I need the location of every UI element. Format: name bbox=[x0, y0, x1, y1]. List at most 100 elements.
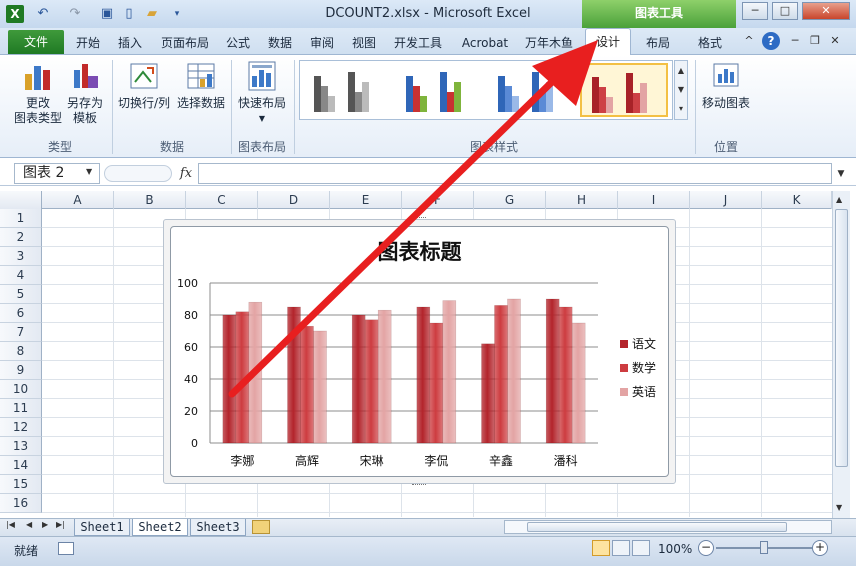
sheet-tab-sheet2[interactable]: Sheet2 bbox=[132, 519, 188, 536]
bar-英语-辛鑫[interactable] bbox=[507, 298, 521, 444]
gallery-scroll[interactable]: ▲ ▼ ▾ bbox=[674, 60, 688, 120]
column-header-d[interactable]: D bbox=[258, 191, 330, 209]
row-header-7[interactable]: 7 bbox=[0, 323, 42, 342]
column-header-g[interactable]: G bbox=[474, 191, 546, 209]
column-header-e[interactable]: E bbox=[330, 191, 402, 209]
sheet-nav-prev-icon[interactable]: ◀ bbox=[26, 520, 32, 529]
scroll-thumb[interactable] bbox=[835, 209, 848, 467]
move-chart-button[interactable]: 移动图表 bbox=[700, 60, 752, 116]
page-layout-view-icon[interactable] bbox=[612, 540, 630, 556]
close-button[interactable]: ✕ bbox=[802, 2, 850, 20]
change-chart-type-button[interactable]: 更改 图表类型 bbox=[12, 60, 64, 132]
horizontal-scrollbar[interactable] bbox=[504, 520, 832, 534]
zoom-level[interactable]: 100% bbox=[658, 542, 692, 556]
row-header-6[interactable]: 6 bbox=[0, 304, 42, 323]
row-header-3[interactable]: 3 bbox=[0, 247, 42, 266]
sheet-nav-last-icon[interactable]: ▶| bbox=[56, 520, 65, 529]
zoom-slider-thumb[interactable] bbox=[760, 541, 768, 554]
expand-formula-bar-icon[interactable]: ▼ bbox=[834, 165, 848, 183]
zoom-out-icon[interactable]: − bbox=[698, 540, 714, 556]
tab-format[interactable]: 格式 bbox=[692, 32, 728, 54]
bar-语文-辛鑫[interactable] bbox=[481, 343, 495, 444]
formula-input[interactable] bbox=[198, 163, 832, 184]
bar-数学-李侃[interactable] bbox=[429, 322, 444, 444]
tab-formulas[interactable]: 公式 bbox=[220, 32, 256, 54]
chart-style-multicolor[interactable] bbox=[395, 63, 483, 117]
workbook-minimize-icon[interactable]: ─ bbox=[788, 34, 802, 48]
bar-数学-李娜[interactable] bbox=[235, 311, 250, 444]
row-header-1[interactable]: 1 bbox=[0, 209, 42, 228]
tab-data[interactable]: 数据 bbox=[262, 32, 298, 54]
insert-sheet-icon[interactable] bbox=[252, 520, 270, 534]
workbook-close-icon[interactable]: ✕ bbox=[828, 34, 842, 48]
maximize-button[interactable]: □ bbox=[772, 2, 798, 20]
vertical-scrollbar[interactable]: ▲ ▼ bbox=[832, 191, 850, 518]
sheet-tab-sheet3[interactable]: Sheet3 bbox=[190, 519, 246, 536]
scroll-down-icon[interactable]: ▼ bbox=[836, 503, 842, 512]
row-header-4[interactable]: 4 bbox=[0, 266, 42, 285]
bar-英语-宋琳[interactable] bbox=[377, 309, 392, 444]
tab-layout[interactable]: 布局 bbox=[640, 32, 676, 54]
column-header-b[interactable]: B bbox=[114, 191, 186, 209]
bar-语文-潘科[interactable] bbox=[545, 298, 560, 444]
bar-数学-高辉[interactable] bbox=[300, 325, 314, 444]
row-header-13[interactable]: 13 bbox=[0, 437, 42, 456]
gallery-down-icon[interactable]: ▼ bbox=[675, 80, 687, 99]
column-header-j[interactable]: J bbox=[690, 191, 762, 209]
legend-entry[interactable]: 英语 bbox=[632, 385, 656, 399]
gallery-more-icon[interactable]: ▾ bbox=[675, 99, 687, 118]
save-as-template-button[interactable]: 另存为 模板 bbox=[62, 60, 108, 132]
select-all-corner[interactable] bbox=[0, 191, 42, 209]
zoom-in-icon[interactable]: + bbox=[812, 540, 828, 556]
hscroll-thumb[interactable] bbox=[527, 522, 787, 532]
legend-swatch[interactable] bbox=[620, 340, 628, 348]
legend-swatch[interactable] bbox=[620, 388, 628, 396]
bar-数学-潘科[interactable] bbox=[558, 306, 573, 444]
tab-review[interactable]: 审阅 bbox=[304, 32, 340, 54]
gallery-up-icon[interactable]: ▲ bbox=[675, 61, 687, 80]
sheet-nav-next-icon[interactable]: ▶ bbox=[42, 520, 48, 529]
column-header-a[interactable]: A bbox=[42, 191, 114, 209]
chart-plot[interactable]: 0 20 40 60 80 100 李娜 高辉 宋琳 李侃 辛鑫 潘科 语文数学英语 bbox=[172, 270, 667, 475]
tab-insert[interactable]: 插入 bbox=[110, 32, 150, 54]
column-header-i[interactable]: I bbox=[618, 191, 690, 209]
name-box-dropdown-icon[interactable]: ▼ bbox=[86, 167, 92, 176]
column-header-k[interactable]: K bbox=[762, 191, 832, 209]
row-header-16[interactable]: 16 bbox=[0, 494, 42, 513]
tab-page-layout[interactable]: 页面布局 bbox=[154, 32, 216, 54]
bar-英语-李娜[interactable] bbox=[248, 301, 263, 444]
bar-语文-李侃[interactable] bbox=[416, 306, 431, 444]
chart-resize-handle-bottom[interactable] bbox=[412, 481, 426, 485]
row-header-15[interactable]: 15 bbox=[0, 475, 42, 494]
switch-row-column-button[interactable]: 切换行/列 bbox=[116, 60, 172, 116]
tab-acrobat[interactable]: Acrobat bbox=[456, 32, 514, 54]
chart-title[interactable]: 图表标题 bbox=[170, 236, 669, 266]
tab-home[interactable]: 开始 bbox=[68, 32, 108, 54]
bar-语文-宋琳[interactable] bbox=[351, 314, 366, 444]
legend-swatch[interactable] bbox=[620, 364, 628, 372]
bar-数学-辛鑫[interactable] bbox=[494, 305, 508, 444]
chart-style-blue[interactable] bbox=[487, 63, 575, 117]
bar-英语-李侃[interactable] bbox=[442, 300, 457, 444]
page-break-view-icon[interactable] bbox=[632, 540, 650, 556]
ribbon-collapse-icon[interactable]: ^ bbox=[742, 34, 756, 48]
row-header-5[interactable]: 5 bbox=[0, 285, 42, 304]
bar-数学-宋琳[interactable] bbox=[364, 319, 379, 444]
row-header-10[interactable]: 10 bbox=[0, 380, 42, 399]
legend-entry[interactable]: 语文 bbox=[632, 336, 656, 351]
tab-developer[interactable]: 开发工具 bbox=[388, 32, 448, 54]
row-header-2[interactable]: 2 bbox=[0, 228, 42, 247]
row-header-14[interactable]: 14 bbox=[0, 456, 42, 475]
select-data-button[interactable]: 选择数据 bbox=[174, 60, 228, 116]
row-header-11[interactable]: 11 bbox=[0, 399, 42, 418]
sheet-nav-first-icon[interactable]: |◀ bbox=[6, 520, 15, 529]
bar-语文-李娜[interactable] bbox=[222, 314, 237, 444]
workbook-restore-icon[interactable]: ❐ bbox=[808, 34, 822, 48]
column-header-c[interactable]: C bbox=[186, 191, 258, 209]
tab-file[interactable]: 文件 bbox=[8, 30, 64, 54]
chart-style-red-selected[interactable] bbox=[580, 63, 668, 117]
row-header-9[interactable]: 9 bbox=[0, 361, 42, 380]
tab-view[interactable]: 视图 bbox=[346, 32, 382, 54]
sheet-tab-sheet1[interactable]: Sheet1 bbox=[74, 519, 130, 536]
legend-entry[interactable]: 数学 bbox=[632, 360, 656, 375]
